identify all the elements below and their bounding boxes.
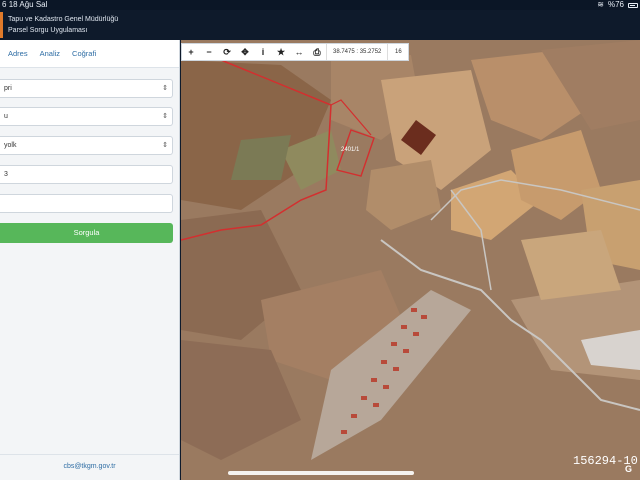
neighborhood-select[interactable]: yolk ⇕	[0, 136, 173, 155]
app-window: 6 18 Ağu Sal ≋ %76 Tapu ve Kadastro Gene…	[0, 0, 640, 480]
status-time: 6	[2, 0, 7, 9]
province-select[interactable]: pri ⇕	[0, 79, 173, 98]
measure-icon[interactable]: ↔	[290, 44, 308, 60]
parcel-label: 2401/1	[341, 147, 360, 153]
tab-analiz[interactable]: Analiz	[40, 49, 60, 58]
satellite-map[interactable]	[181, 40, 640, 480]
tab-bar: Adres Analiz Coğrafi	[0, 40, 179, 68]
select-chevron-icon: ⇕	[162, 142, 168, 149]
zoom-in-icon[interactable]: +	[182, 44, 200, 60]
battery-percent: %76	[607, 0, 624, 9]
tab-cografi[interactable]: Coğrafi	[72, 49, 96, 58]
zoom-out-icon[interactable]: −	[200, 44, 218, 60]
battery-icon	[628, 2, 638, 8]
home-indicator[interactable]	[228, 471, 414, 475]
province-value: pri	[4, 85, 12, 92]
neighborhood-value: yolk	[4, 142, 17, 149]
brand-bar	[0, 12, 3, 38]
info-icon[interactable]: i	[254, 44, 272, 60]
parcel-input[interactable]	[0, 194, 173, 213]
select-chevron-icon: ⇕	[162, 85, 168, 92]
district-select[interactable]: u ⇕	[0, 107, 173, 126]
map-canvas	[181, 40, 640, 480]
query-panel: Adres Analiz Coğrafi pri ⇕ u ⇕ yolk ⇕ 3 …	[0, 40, 180, 480]
wifi-icon: ≋	[597, 0, 604, 9]
header-subtitle: Parsel Sorgu Uygulaması	[8, 27, 88, 34]
query-button[interactable]: Sorgula	[0, 223, 173, 243]
status-right: ≋ %76	[597, 0, 638, 10]
google-logo: G	[625, 464, 633, 474]
app-header: Tapu ve Kadastro Genel Müdürlüğü Parsel …	[0, 10, 640, 40]
zoom-level: 16	[395, 49, 402, 55]
status-date: 6 18 Ağu Sal	[2, 0, 47, 10]
block-input[interactable]: 3	[0, 165, 173, 184]
district-value: u	[4, 113, 8, 120]
print-icon[interactable]: ⎙	[308, 44, 326, 60]
tab-adres[interactable]: Adres	[8, 49, 28, 58]
coordinate-readout: 38.7475 : 35.2752	[326, 44, 389, 60]
status-bar: 6 18 Ağu Sal ≋ %76	[0, 0, 640, 10]
refresh-icon[interactable]: ⟳	[218, 44, 236, 60]
header-title: Tapu ve Kadastro Genel Müdürlüğü	[8, 16, 119, 23]
status-date-text: 18 Ağu Sal	[8, 0, 48, 9]
star-icon[interactable]: ★	[272, 44, 290, 60]
footer-email[interactable]: cbs@tkgm.gov.tr	[0, 454, 179, 480]
select-chevron-icon: ⇕	[162, 113, 168, 120]
block-value: 3	[4, 171, 8, 178]
locate-icon[interactable]: ✥	[236, 44, 254, 60]
map-toolbar: + − ⟳ ✥ i ★ ↔ ⎙ 38.7475 : 35.2752 16	[181, 43, 410, 61]
